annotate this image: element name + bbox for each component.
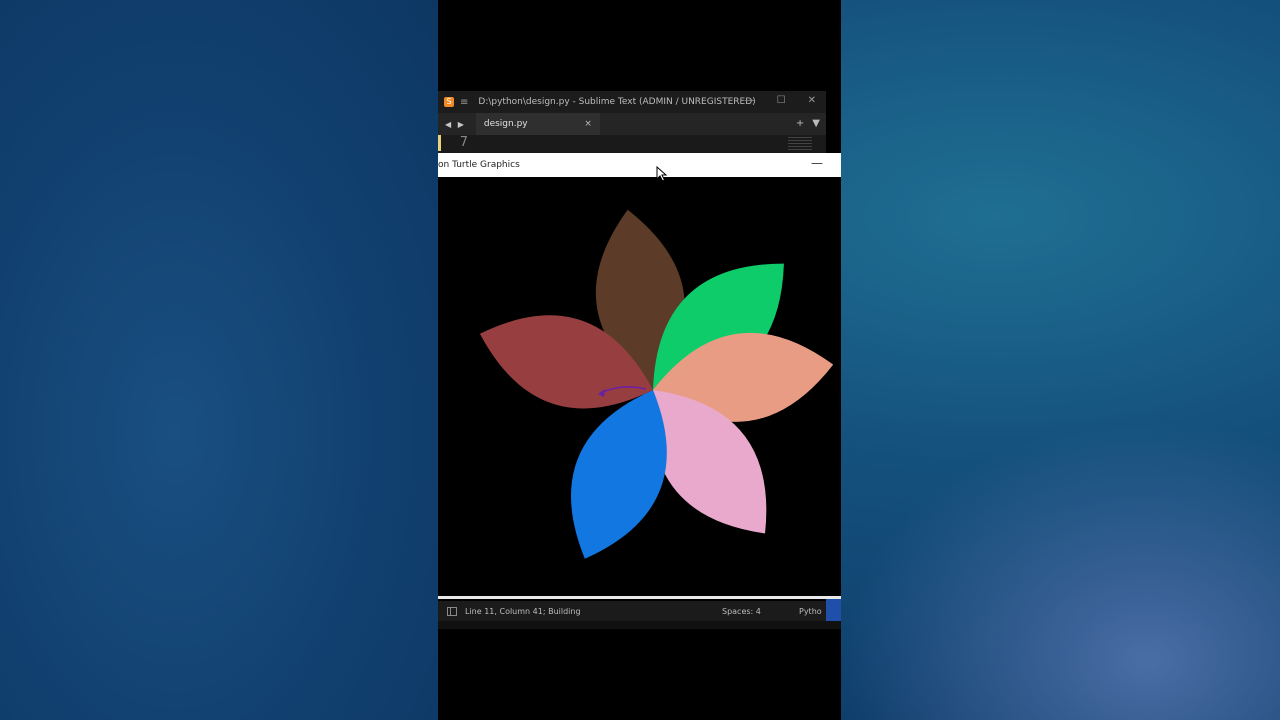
turtle-titlebar[interactable]: on Turtle Graphics — <box>438 153 841 177</box>
desktop-background-left <box>0 0 438 720</box>
new-tab-icon[interactable]: + <box>796 118 804 129</box>
syntax-status[interactable]: Pytho <box>799 607 822 616</box>
minimap[interactable] <box>788 137 812 151</box>
sublime-titlebar[interactable]: S ≡ D:\python\design.py - Sublime Text (… <box>438 91 826 113</box>
window-controls: — ☐ ✕ <box>745 95 816 106</box>
tab-label: design.py <box>483 119 528 129</box>
turtle-graphics-window: on Turtle Graphics — <box>438 153 841 599</box>
cursor-position-status: Line 11, Column 41; Building <box>465 606 581 616</box>
tab-nav-arrows-icon[interactable]: ◀ ▶ <box>445 120 466 129</box>
tab-menu-icon[interactable]: ▼ <box>812 118 820 129</box>
window-title: D:\python\design.py - Sublime Text (ADMI… <box>478 97 756 107</box>
indentation-status[interactable]: Spaces: 4 <box>722 607 761 616</box>
maximize-icon[interactable]: ☐ <box>777 95 786 106</box>
taskbar-sliver <box>826 599 841 621</box>
close-icon[interactable]: ✕ <box>808 95 816 106</box>
flower-drawing <box>479 209 834 559</box>
tab-close-icon[interactable]: × <box>584 119 592 129</box>
flower-petal <box>570 390 667 559</box>
tab-design-py[interactable]: design.py × <box>475 113 600 135</box>
desktop-background-glow <box>840 420 1280 720</box>
minimize-icon[interactable]: — <box>745 95 755 106</box>
turtle-window-title: on Turtle Graphics <box>438 160 520 170</box>
tab-tools: + ▼ <box>796 118 820 129</box>
line-number: 7 <box>460 135 468 150</box>
sublime-text-window: S ≡ D:\python\design.py - Sublime Text (… <box>438 91 826 153</box>
tab-bar: ◀ ▶ design.py × + ▼ <box>438 113 826 135</box>
modified-line-marker <box>438 135 441 151</box>
hamburger-menu-icon[interactable]: ≡ <box>460 97 468 108</box>
code-editor[interactable]: 7 <box>438 135 826 153</box>
turtle-canvas <box>479 209 834 559</box>
window-bottom-edge <box>438 621 841 629</box>
sublime-logo-icon: S <box>444 97 454 107</box>
turtle-minimize-icon[interactable]: — <box>811 156 823 170</box>
screen-recording-frame: S ≡ D:\python\design.py - Sublime Text (… <box>438 0 841 720</box>
mouse-pointer-icon <box>656 166 668 182</box>
panel-toggle-icon[interactable] <box>447 606 457 616</box>
status-bar: Line 11, Column 41; Building Spaces: 4 P… <box>438 601 826 621</box>
